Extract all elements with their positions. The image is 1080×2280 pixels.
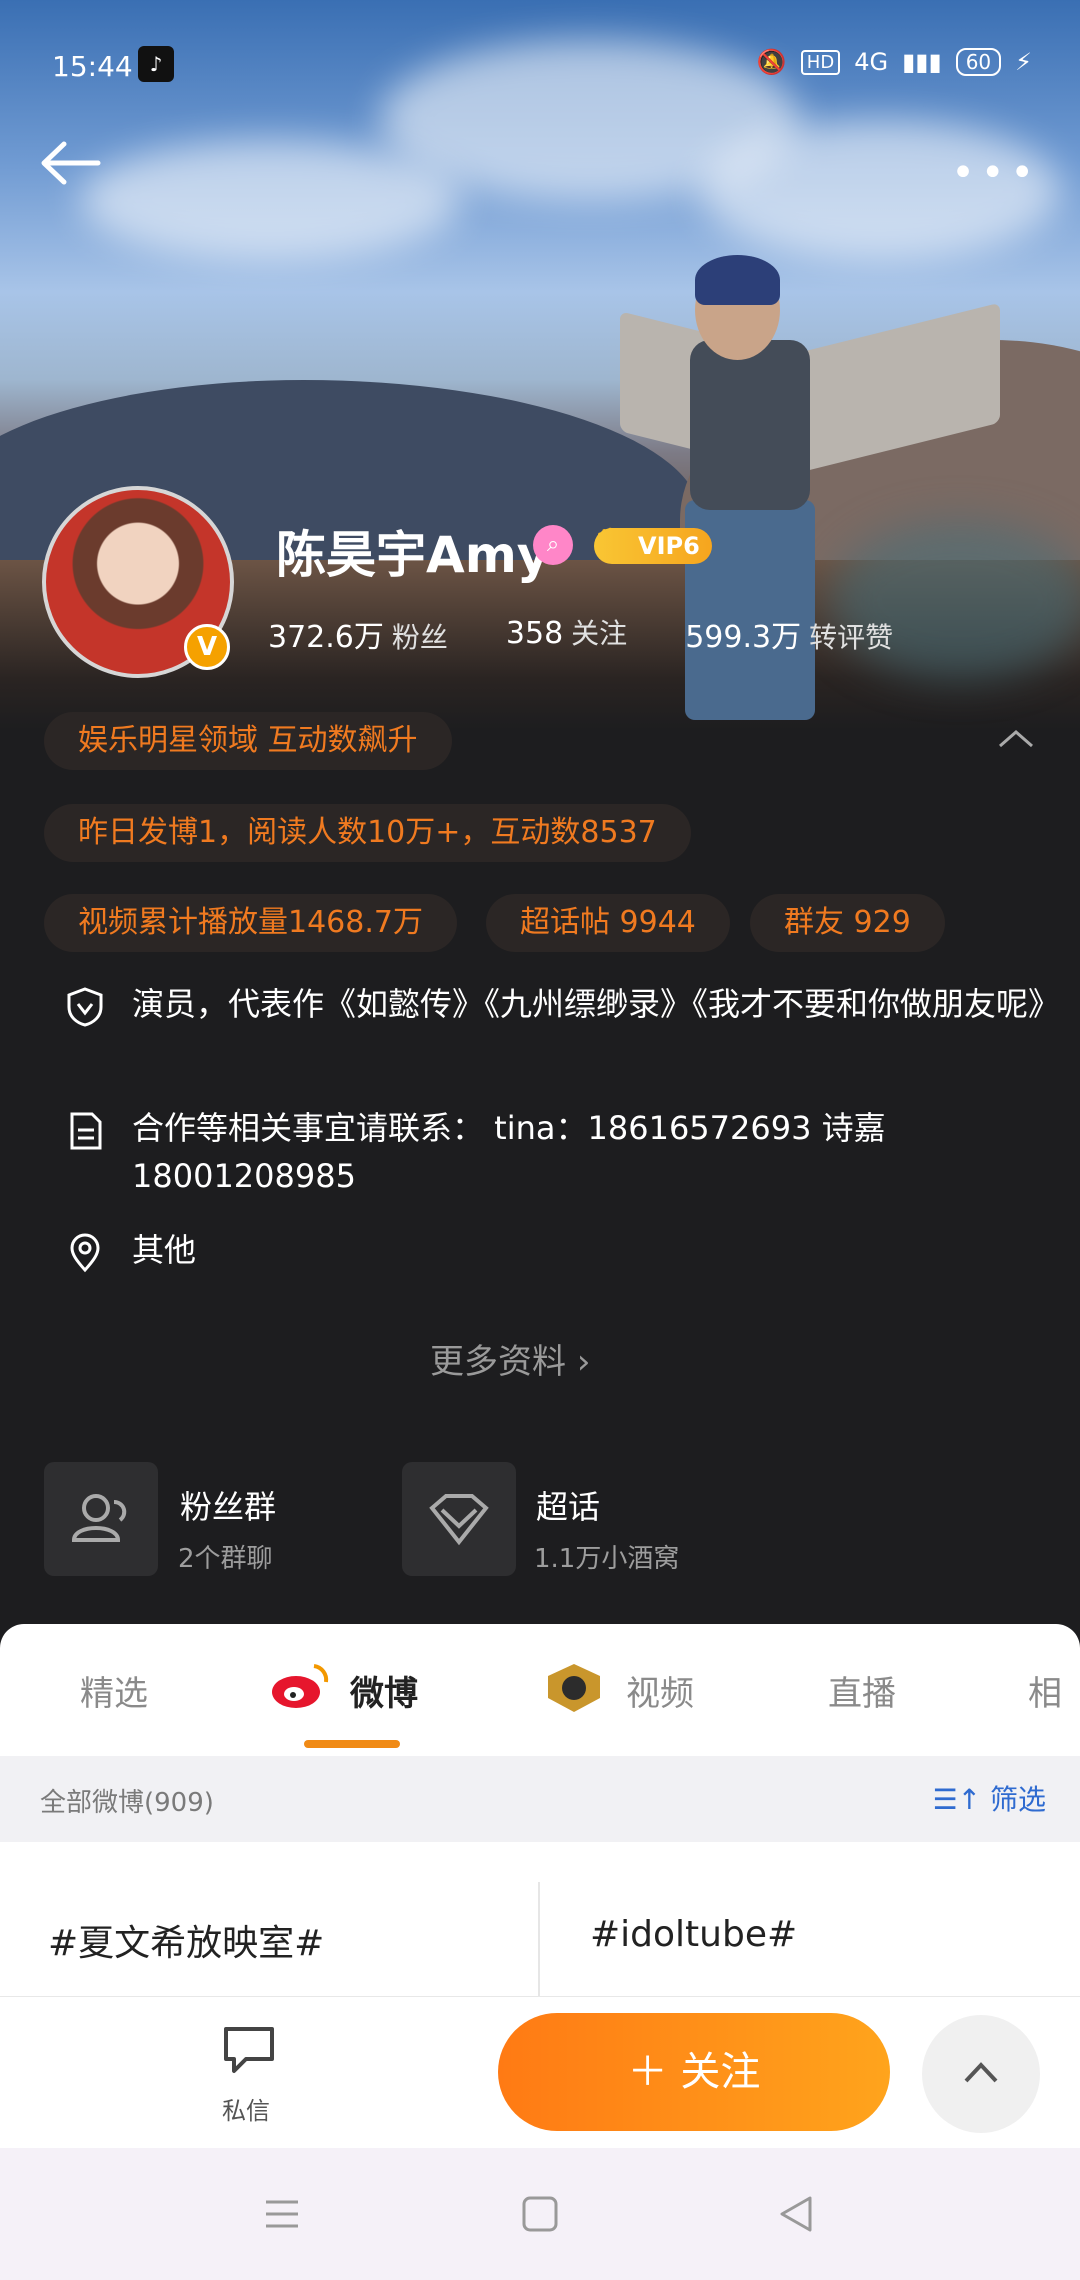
scroll-top-button[interactable] bbox=[922, 2015, 1040, 2133]
hd-icon: HD bbox=[800, 49, 841, 75]
signal-icon: ▮▮▮ bbox=[902, 48, 942, 76]
stat-label: 转评赞 bbox=[809, 621, 894, 654]
message-icon[interactable] bbox=[220, 2025, 278, 2075]
super-topic-subtitle: 1.1万小酒窝 bbox=[534, 1544, 680, 1574]
tab-featured[interactable]: 精选 bbox=[80, 1666, 148, 1715]
contact-text[interactable]: 合作等相关事宜请联系： tina：18616572693 诗嘉 18001208… bbox=[132, 1104, 1052, 1200]
bio-text: 演员，代表作《如懿传》《九州缥缈录》《我才不要和你做朋友呢》 bbox=[132, 985, 1061, 1023]
tiktok-notification-icon: ♪ bbox=[138, 46, 174, 82]
battery-icon: 60 bbox=[955, 48, 1002, 76]
post-tag[interactable]: #夏文希放映室# bbox=[48, 1914, 324, 1966]
tab-weibo[interactable]: 微博 bbox=[350, 1666, 418, 1715]
more-info-link[interactable]: 更多资料 › bbox=[430, 1334, 590, 1383]
super-topic-card-icon[interactable] bbox=[402, 1462, 516, 1576]
charging-icon: ⚡ bbox=[1015, 48, 1032, 76]
post-divider bbox=[538, 1882, 540, 2002]
profile-stats: 372.6万 粉丝 358 关注 599.3万 转评赞 bbox=[268, 612, 893, 656]
back-icon[interactable] bbox=[776, 2194, 816, 2234]
topic-posts-pill[interactable]: 超话帖 9944 bbox=[486, 894, 730, 952]
people-icon bbox=[71, 1494, 127, 1542]
more-options-icon[interactable]: ••• bbox=[951, 150, 1040, 196]
status-time: 15:44 bbox=[52, 50, 133, 83]
weibo-logo-icon bbox=[272, 1664, 329, 1708]
stat-followers[interactable]: 372.6万 粉丝 bbox=[268, 612, 448, 656]
shield-verified-icon bbox=[67, 987, 103, 1027]
post-tag[interactable]: #idoltube# bbox=[590, 1914, 797, 1955]
yesterday-stats-pill[interactable]: 昨日发博1，阅读人数10万+，互动数8537 bbox=[44, 804, 691, 862]
back-arrow-icon[interactable] bbox=[36, 138, 106, 188]
status-bar: 15:44 ♪ 🔕 HD 4G ▮▮▮ 60 ⚡ bbox=[0, 0, 1080, 130]
action-bar: 私信 ＋ 关注 bbox=[0, 1996, 1080, 2148]
tab-photos[interactable]: 相 bbox=[1028, 1666, 1062, 1715]
menu-icon[interactable] bbox=[262, 2194, 302, 2234]
diamond-icon bbox=[429, 1494, 489, 1546]
profile-page: 15:44 ♪ 🔕 HD 4G ▮▮▮ 60 ⚡ ••• V 陈昊宇Amy ⌕ … bbox=[0, 0, 1080, 2280]
filter-button[interactable]: ☰↑ 筛选 bbox=[933, 1778, 1046, 1818]
content-tabs: 精选 微博 视频 直播 相 bbox=[0, 1624, 1080, 1756]
post-count: 全部微博(909) bbox=[40, 1788, 214, 1818]
verified-badge-icon: V bbox=[184, 624, 230, 670]
message-label[interactable]: 私信 bbox=[222, 2091, 270, 2126]
chevron-right-icon: › bbox=[576, 1342, 591, 1382]
filter-bar: 全部微博(909) ☰↑ 筛选 bbox=[0, 1756, 1080, 1842]
video-plays-pill[interactable]: 视频累计播放量1468.7万 bbox=[44, 894, 457, 952]
super-topic-title[interactable]: 超话 bbox=[536, 1482, 600, 1528]
document-icon bbox=[70, 1112, 102, 1150]
group-friends-pill[interactable]: 群友 929 bbox=[750, 894, 945, 952]
search-tag-icon[interactable]: ⌕ bbox=[533, 525, 573, 565]
stat-value: 372.6万 bbox=[268, 620, 384, 655]
stat-following[interactable]: 358 关注 bbox=[506, 612, 627, 656]
tab-video[interactable]: 视频 bbox=[626, 1666, 694, 1715]
active-tab-indicator bbox=[304, 1740, 400, 1748]
follow-label: 关注 bbox=[680, 2049, 761, 2095]
fan-group-subtitle: 2个群聊 bbox=[178, 1544, 273, 1574]
system-nav-bar bbox=[0, 2148, 1080, 2280]
filter-label: 筛选 bbox=[989, 1783, 1046, 1816]
vip-badge[interactable]: VIP6 bbox=[594, 528, 712, 564]
home-icon[interactable] bbox=[520, 2194, 560, 2234]
status-icons: 🔕 HD 4G ▮▮▮ 60 ⚡ bbox=[757, 48, 1032, 76]
chevron-up-icon bbox=[964, 2062, 998, 2083]
post-grid: #夏文希放映室# #idoltube# bbox=[0, 1842, 1080, 2022]
ranking-pill[interactable]: 娱乐明星领域 互动数飙升 bbox=[44, 712, 452, 770]
follow-button[interactable]: ＋ 关注 bbox=[498, 2013, 890, 2131]
fan-group-title[interactable]: 粉丝群 bbox=[180, 1482, 276, 1528]
stat-label: 关注 bbox=[571, 617, 628, 650]
location-text: 其他 bbox=[132, 1231, 197, 1269]
filter-icon: ☰↑ bbox=[932, 1783, 982, 1816]
profile-name: 陈昊宇Amy bbox=[276, 526, 550, 584]
stat-reposts-likes[interactable]: 599.3万 转评赞 bbox=[685, 612, 893, 656]
location-pin-icon bbox=[70, 1233, 100, 1273]
collapse-chevron-icon[interactable] bbox=[996, 724, 1036, 754]
video-badge-icon bbox=[548, 1664, 600, 1712]
stat-value: 358 bbox=[505, 616, 564, 651]
tab-live[interactable]: 直播 bbox=[828, 1666, 896, 1715]
network-label: 4G bbox=[854, 48, 889, 76]
fan-group-card-icon[interactable] bbox=[44, 1462, 158, 1576]
mute-icon: 🔕 bbox=[756, 48, 787, 76]
plus-icon: ＋ bbox=[627, 2049, 668, 2095]
stat-label: 粉丝 bbox=[391, 621, 448, 654]
stat-value: 599.3万 bbox=[685, 620, 802, 655]
more-info-label: 更多资料 bbox=[430, 1342, 566, 1382]
